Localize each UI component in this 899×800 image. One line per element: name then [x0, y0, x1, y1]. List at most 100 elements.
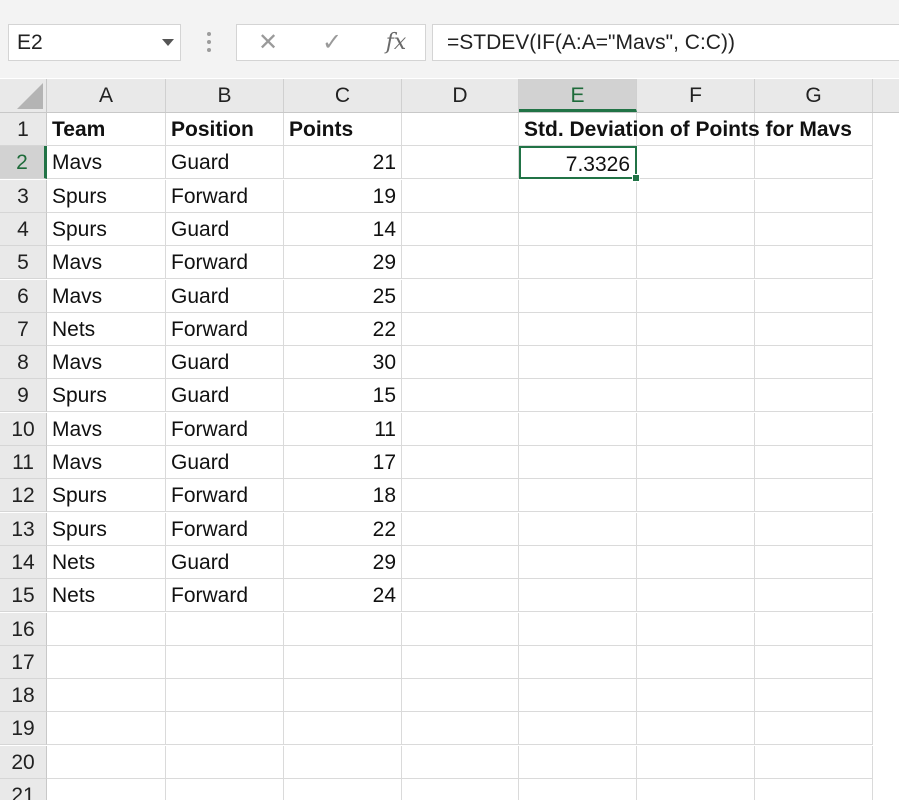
cell-d5[interactable]: [402, 246, 519, 280]
cell-a20[interactable]: [47, 745, 166, 779]
cell-c21[interactable]: [284, 779, 402, 800]
more-options-icon[interactable]: [206, 32, 212, 56]
cell-c20[interactable]: [284, 745, 402, 779]
cell-g5[interactable]: [755, 246, 873, 280]
cell-d20[interactable]: [402, 745, 519, 779]
row-header-14[interactable]: 14: [0, 545, 47, 579]
formula-input[interactable]: =STDEV(IF(A:A="Mavs", C:C)): [432, 24, 899, 61]
cell-f2[interactable]: [637, 146, 755, 180]
cell-d12[interactable]: [402, 479, 519, 513]
cell-b20[interactable]: [166, 745, 284, 779]
cell-g2[interactable]: [755, 146, 873, 180]
chevron-down-icon[interactable]: [162, 39, 174, 46]
row-header-3[interactable]: 3: [0, 179, 47, 213]
cell-e10[interactable]: [519, 412, 637, 446]
cell-a21[interactable]: [47, 779, 166, 800]
cell-a9[interactable]: Spurs: [47, 379, 166, 413]
cell-a5[interactable]: Mavs: [47, 246, 166, 280]
cell-b16[interactable]: [166, 612, 284, 646]
cancel-icon[interactable]: ✕: [243, 25, 293, 60]
cell-g10[interactable]: [755, 412, 873, 446]
cell-a12[interactable]: Spurs: [47, 479, 166, 513]
cell-d1[interactable]: [402, 113, 519, 146]
cell-e15[interactable]: [519, 579, 637, 613]
enter-icon[interactable]: ✓: [307, 25, 357, 60]
cell-b12[interactable]: Forward: [166, 479, 284, 513]
row-header-18[interactable]: 18: [0, 679, 47, 713]
cell-a17[interactable]: [47, 645, 166, 679]
cell-g19[interactable]: [755, 712, 873, 746]
cell-d15[interactable]: [402, 579, 519, 613]
cell-b11[interactable]: Guard: [166, 446, 284, 479]
cell-g3[interactable]: [755, 179, 873, 213]
cell-c4[interactable]: 14: [284, 212, 402, 246]
cell-g16[interactable]: [755, 612, 873, 646]
cell-b15[interactable]: Forward: [166, 579, 284, 613]
cell-f10[interactable]: [637, 412, 755, 446]
cell-c11[interactable]: 17: [284, 446, 402, 479]
cell-d7[interactable]: [402, 312, 519, 346]
cell-g12[interactable]: [755, 479, 873, 513]
cell-e14[interactable]: [519, 545, 637, 579]
cell-e7[interactable]: [519, 312, 637, 346]
cell-e8[interactable]: [519, 346, 637, 380]
cell-b18[interactable]: [166, 679, 284, 713]
row-header-10[interactable]: 10: [0, 412, 47, 446]
cell-b10[interactable]: Forward: [166, 412, 284, 446]
cell-b19[interactable]: [166, 712, 284, 746]
cell-f13[interactable]: [637, 512, 755, 546]
cell-f17[interactable]: [637, 645, 755, 679]
cell-g21[interactable]: [755, 779, 873, 800]
cell-c16[interactable]: [284, 612, 402, 646]
cell-d14[interactable]: [402, 545, 519, 579]
cell-b2[interactable]: Guard: [166, 146, 284, 180]
cell-g15[interactable]: [755, 579, 873, 613]
cell-g17[interactable]: [755, 645, 873, 679]
row-header-6[interactable]: 6: [0, 279, 47, 313]
cell-f6[interactable]: [637, 279, 755, 313]
cell-b1[interactable]: Position: [166, 113, 284, 146]
cell-f18[interactable]: [637, 679, 755, 713]
cell-d3[interactable]: [402, 179, 519, 213]
name-box[interactable]: E2: [8, 24, 181, 61]
cell-d4[interactable]: [402, 212, 519, 246]
cell-b9[interactable]: Guard: [166, 379, 284, 413]
column-header-g[interactable]: G: [755, 79, 873, 112]
cell-g6[interactable]: [755, 279, 873, 313]
row-header-11[interactable]: 11: [0, 446, 47, 479]
cell-c8[interactable]: 30: [284, 346, 402, 380]
cell-e18[interactable]: [519, 679, 637, 713]
row-header-12[interactable]: 12: [0, 479, 47, 513]
cell-c3[interactable]: 19: [284, 179, 402, 213]
cell-a2[interactable]: Mavs: [47, 146, 166, 180]
row-header-13[interactable]: 13: [0, 512, 47, 546]
cell-c2[interactable]: 21: [284, 146, 402, 180]
cell-a13[interactable]: Spurs: [47, 512, 166, 546]
cell-c14[interactable]: 29: [284, 545, 402, 579]
cell-f7[interactable]: [637, 312, 755, 346]
cell-e13[interactable]: [519, 512, 637, 546]
cell-g8[interactable]: [755, 346, 873, 380]
cell-a6[interactable]: Mavs: [47, 279, 166, 313]
row-header-16[interactable]: 16: [0, 612, 47, 646]
cell-e17[interactable]: [519, 645, 637, 679]
cell-a10[interactable]: Mavs: [47, 412, 166, 446]
cell-a7[interactable]: Nets: [47, 312, 166, 346]
cell-c19[interactable]: [284, 712, 402, 746]
row-header-8[interactable]: 8: [0, 346, 47, 380]
cell-c9[interactable]: 15: [284, 379, 402, 413]
cell-f16[interactable]: [637, 612, 755, 646]
cell-e5[interactable]: [519, 246, 637, 280]
cell-c6[interactable]: 25: [284, 279, 402, 313]
row-header-1[interactable]: 1: [0, 113, 47, 146]
cell-d8[interactable]: [402, 346, 519, 380]
row-header-20[interactable]: 20: [0, 745, 47, 779]
cell-e3[interactable]: [519, 179, 637, 213]
cell-a4[interactable]: Spurs: [47, 212, 166, 246]
cell-g11[interactable]: [755, 446, 873, 479]
cell-a19[interactable]: [47, 712, 166, 746]
column-header-b[interactable]: B: [166, 79, 284, 112]
cell-d16[interactable]: [402, 612, 519, 646]
cell-e6[interactable]: [519, 279, 637, 313]
cell-g9[interactable]: [755, 379, 873, 413]
